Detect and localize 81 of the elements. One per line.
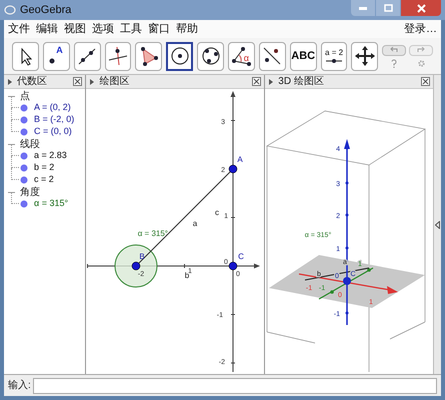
point-dot-icon[interactable] bbox=[20, 200, 28, 208]
algebra-entry[interactable]: α = 315° bbox=[34, 197, 68, 211]
perpendicular-tool-button[interactable] bbox=[104, 42, 132, 70]
polygon-tool-button[interactable] bbox=[135, 42, 162, 70]
panel-title: 代数区 bbox=[17, 75, 47, 89]
window-title: GeoGebra bbox=[20, 2, 72, 18]
panel-title: 3D 绘图区 bbox=[278, 75, 324, 89]
circle-icon bbox=[170, 46, 190, 66]
close-icon[interactable] bbox=[252, 77, 262, 86]
move-arrows-icon bbox=[354, 46, 375, 66]
line-tool-button[interactable] bbox=[74, 42, 101, 70]
move-view-tool-button[interactable] bbox=[351, 42, 378, 70]
reflect-icon bbox=[262, 46, 282, 66]
menu-item[interactable]: 文件 bbox=[8, 20, 30, 38]
algebra-entry[interactable]: A = (0, 2) bbox=[34, 101, 71, 115]
angle-icon bbox=[231, 46, 252, 66]
point-label: C bbox=[238, 252, 244, 261]
algebra-entry[interactable]: b = 2 bbox=[34, 161, 54, 175]
menu-item[interactable]: 视图 bbox=[64, 20, 86, 38]
close-icon[interactable] bbox=[73, 77, 82, 86]
circle-tool-button[interactable] bbox=[166, 42, 194, 70]
collapse-triangle-icon[interactable] bbox=[8, 78, 12, 84]
menu-item[interactable]: 窗口 bbox=[148, 20, 170, 38]
point-dot-icon[interactable] bbox=[20, 128, 28, 136]
input-label: 输入: bbox=[8, 378, 31, 393]
login-link[interactable]: 登录… bbox=[404, 20, 437, 38]
minimize-icon bbox=[359, 6, 367, 10]
point-dot-icon[interactable] bbox=[20, 176, 28, 184]
y-axis bbox=[319, 267, 374, 300]
circle-icon bbox=[200, 46, 221, 66]
panel-title: 绘图区 bbox=[99, 75, 130, 89]
perpendicular-lines-icon bbox=[108, 46, 128, 66]
redo-icon bbox=[417, 47, 426, 53]
text-tool-button[interactable]: ABC bbox=[290, 42, 317, 70]
group-label: 线段 bbox=[20, 138, 40, 152]
point-label: A bbox=[238, 155, 243, 164]
collapse-triangle-icon[interactable] bbox=[269, 78, 274, 84]
point-label: B bbox=[140, 252, 145, 261]
segment-label: c bbox=[215, 208, 220, 217]
menu-item[interactable]: 帮助 bbox=[176, 20, 198, 38]
move-tool-button[interactable] bbox=[12, 42, 39, 70]
group-label: 点 bbox=[20, 90, 30, 104]
algebra-entry[interactable]: c = 2 bbox=[34, 173, 54, 187]
line-icon bbox=[77, 46, 98, 66]
close-icon[interactable] bbox=[421, 77, 430, 86]
algebra-entry[interactable]: a = 2.83 bbox=[34, 149, 67, 163]
group-label: 角度 bbox=[20, 186, 40, 200]
slider-icon bbox=[324, 56, 344, 64]
expand-triangle-icon[interactable] bbox=[435, 220, 440, 228]
point-tool-button[interactable]: A bbox=[42, 42, 70, 70]
menu-item[interactable]: 选项 bbox=[92, 20, 114, 38]
point-dot-icon[interactable] bbox=[20, 152, 28, 160]
reflect-tool-button[interactable] bbox=[258, 42, 286, 70]
circle3-tool-button[interactable] bbox=[197, 42, 224, 70]
help-icon[interactable] bbox=[391, 58, 398, 68]
menu-item[interactable]: 工具 bbox=[120, 20, 142, 38]
close-icon bbox=[416, 4, 426, 12]
close-button[interactable] bbox=[401, 0, 441, 16]
point-dot-icon[interactable] bbox=[20, 104, 28, 112]
undo-icon bbox=[390, 47, 398, 53]
angle-tool-button[interactable]: α bbox=[228, 42, 255, 70]
algebra-entry[interactable]: C = (0, 0) bbox=[34, 125, 72, 139]
point-icon bbox=[49, 58, 56, 64]
angle-label: α = 315° bbox=[138, 229, 168, 238]
triangle-icon bbox=[138, 46, 159, 66]
app-icon bbox=[4, 4, 16, 16]
algebra-entry[interactable]: B = (-2, 0) bbox=[34, 113, 74, 127]
point[interactable] bbox=[229, 262, 238, 270]
collapse-triangle-icon[interactable] bbox=[90, 78, 94, 84]
point[interactable] bbox=[229, 164, 238, 174]
segment-label: a bbox=[193, 219, 198, 228]
point-dot-icon[interactable] bbox=[20, 164, 28, 172]
angle-sector bbox=[114, 244, 158, 288]
segment-line bbox=[304, 268, 370, 280]
menu-item[interactable]: 编辑 bbox=[36, 20, 58, 38]
point-dot-icon[interactable] bbox=[20, 116, 28, 124]
input-field[interactable] bbox=[32, 378, 437, 394]
segment-label: b bbox=[185, 271, 190, 280]
slider-tool-button[interactable]: a = 2 bbox=[320, 42, 348, 70]
point[interactable] bbox=[132, 262, 141, 270]
maximize-icon bbox=[384, 4, 392, 12]
